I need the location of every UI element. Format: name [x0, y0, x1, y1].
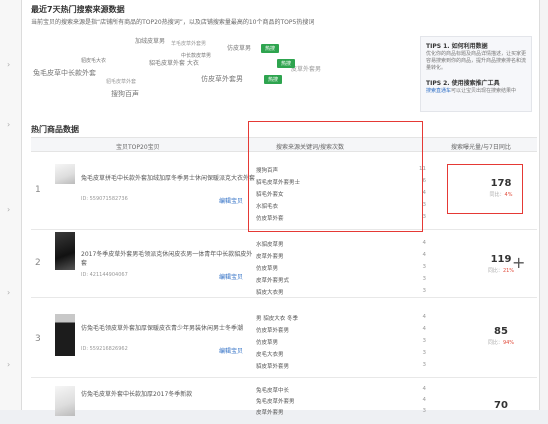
cloud-word[interactable]: 仿皮草男	[227, 43, 251, 52]
product-thumbnail[interactable]	[55, 386, 75, 416]
cloud-word[interactable]: 羊毛皮草外套男	[171, 40, 206, 47]
column-header: 搜索曝光量/与7日同比	[451, 144, 511, 151]
keyword-count: 4	[422, 252, 427, 258]
cloud-word[interactable]: 貂毛皮草外套 大衣	[149, 58, 199, 67]
product-thumbnail[interactable]	[55, 164, 75, 184]
product-title[interactable]: 2017冬季皮草外套男毛领派克休闲皮衣男一体青年中长款貂皮外套	[81, 250, 256, 268]
keyword-count: 3	[422, 408, 427, 414]
cloud-word[interactable]: 貂皮毛大衣	[81, 57, 106, 64]
product-id: ID: 559071582736	[81, 196, 128, 202]
keyword-cloud: 加绒皮草男 貂皮毛大衣 中长款皮草男 貂毛皮草外套 大衣 仿皮草男 兔毛皮草中长…	[31, 28, 421, 114]
keyword-count: 4	[422, 326, 427, 332]
tips-panel: TIPS 1. 如何利用数据 优化你的商品标题及商品详情描述，让买家更容易搜索到…	[420, 36, 532, 112]
table-row: 仿兔毛皮草外套中长款加厚2017冬季新款 兔毛皮草中长 4 兔毛皮草外套男 4 皮草…	[31, 378, 537, 418]
keyword: 貂皮草外套男	[256, 364, 290, 370]
rank-number: 2	[35, 258, 41, 268]
hot-tag: 热搜	[264, 75, 283, 84]
cloud-word[interactable]: 仿皮草外套男	[201, 74, 243, 84]
keyword: 仿皮草男	[256, 266, 279, 272]
rank-number: 1	[35, 185, 41, 195]
keyword-count: 3	[422, 362, 427, 368]
keyword: 仿皮草男	[256, 340, 279, 346]
exposure-value: 85	[494, 326, 508, 337]
keyword: 兔毛皮草中长	[256, 388, 290, 394]
tip-link[interactable]: 搜索直通车	[426, 88, 451, 94]
chevron-right-icon[interactable]: ›	[7, 120, 10, 129]
product-thumbnail[interactable]	[55, 314, 75, 356]
keyword-count: 4	[422, 240, 427, 246]
section-title-search-sources: 最近7天热门搜索来源数据	[31, 5, 125, 14]
cloud-word[interactable]: 加绒皮草男	[135, 36, 165, 45]
keyword: 仿皮草外套男	[256, 328, 290, 334]
keyword: 水貂皮草男	[256, 242, 284, 248]
edit-product-link[interactable]: 编辑宝贝	[219, 272, 243, 281]
exposure-value: 70	[494, 400, 508, 411]
keyword: 皮毛大衣男	[256, 352, 284, 358]
right-scroll-strip[interactable]	[539, 0, 548, 410]
keyword-count: 4	[422, 190, 427, 196]
keyword-count: 3	[422, 202, 427, 208]
plus-icon[interactable]: +	[512, 253, 525, 272]
edit-product-link[interactable]: 编辑宝贝	[219, 196, 243, 205]
product-id: ID: 559216826962	[81, 346, 128, 352]
tip-text: 搜索直通车可以让宝贝出现在搜索结果中	[426, 88, 517, 94]
hot-tag: 热搜	[261, 44, 280, 53]
column-header: 宝贝TOP20宝贝	[116, 144, 160, 151]
keyword-count: 6	[422, 178, 427, 184]
cloud-word[interactable]: 搜狗百声	[111, 89, 139, 99]
chevron-right-icon[interactable]: ›	[7, 288, 10, 297]
keyword-list: 水貂皮草男 4 皮草外套男 4 仿皮草男 3 皮草外套男式 3 貂皮大衣男 3	[256, 238, 426, 298]
product-title[interactable]: 仿兔毛毛领皮草外套加厚保暖皮衣青少年男装休闲男士冬季潮	[81, 324, 256, 333]
cloud-word[interactable]: 貂毛皮草外套	[106, 78, 136, 85]
keyword-count: 4	[422, 314, 427, 320]
cloud-word[interactable]: 兔毛皮草中长款外套	[33, 68, 96, 78]
section-title-hot-products: 热门商品数据	[31, 125, 79, 134]
tip-title: TIPS 2. 使用搜索推广工具	[426, 80, 500, 87]
product-title[interactable]: 兔毛皮草拼毛中长款外套加绒加厚冬季男士休闲保暖派克大衣外套	[81, 174, 256, 183]
keyword-count: 3	[422, 214, 427, 220]
keyword: 皮草外套男	[256, 254, 284, 260]
keyword-list: 男 貂皮大衣 冬季 4 仿皮草外套男 4 仿皮草男 3 皮毛大衣男 3 貂皮草外套男 3	[256, 312, 426, 372]
chevron-right-icon[interactable]: ›	[7, 205, 10, 214]
cloud-word[interactable]: 皮草外套男	[291, 64, 321, 73]
chevron-right-icon[interactable]: ›	[7, 360, 10, 369]
chevron-right-icon[interactable]: ›	[7, 60, 10, 69]
table-row: 3 仿兔毛毛领皮草外套加厚保暖皮衣青少年男装休闲男士冬季潮 ID: 559216…	[31, 298, 537, 378]
product-id: ID: 421144904067	[81, 272, 128, 278]
main-panel: 最近7天热门搜索来源数据 当前宝贝的搜索来源是指“店铺所有商品的TOP20热搜词…	[22, 0, 539, 416]
keyword-count: 4	[422, 397, 427, 403]
section-description: 当前宝贝的搜索来源是指“店铺所有商品的TOP20热搜词”，以及店铺搜索量最高的1…	[31, 19, 315, 26]
keyword-count: 3	[422, 338, 427, 344]
product-title[interactable]: 仿兔毛皮草外套中长款加厚2017冬季新款	[81, 390, 256, 399]
keyword-list: 兔毛皮草中长 4 兔毛皮草外套男 4 皮草外套男 3	[256, 384, 426, 424]
exposure-ratio: 同比：94%	[487, 340, 515, 346]
rank-number: 3	[35, 334, 41, 344]
keyword: 貂皮大衣男	[256, 290, 284, 296]
keyword-count: 3	[422, 264, 427, 270]
keyword-count: 3	[422, 288, 427, 294]
tip-text: 优化你的商品标题及商品详情描述，让买家更容易搜索到你的商品，提升商品搜索排名和流…	[426, 51, 527, 71]
highlight-box-exposure	[447, 164, 523, 214]
table-row: 2 2017冬季皮草外套男毛领派克休闲皮衣男一体青年中长款貂皮外套 ID: 42…	[31, 230, 537, 298]
tip-title: TIPS 1. 如何利用数据	[426, 43, 488, 50]
exposure-metric: 85 同比：94%	[471, 326, 531, 346]
keyword-count: 3	[422, 350, 427, 356]
product-thumbnail[interactable]	[55, 232, 75, 270]
keyword: 兔毛皮草外套男	[256, 399, 295, 405]
keyword: 皮草外套男	[256, 410, 284, 416]
keyword-count: 4	[422, 386, 427, 392]
keyword: 皮草外套男式	[256, 278, 290, 284]
highlight-box-keywords	[248, 121, 423, 232]
edit-product-link[interactable]: 编辑宝贝	[219, 346, 243, 355]
hot-tag: 热搜	[277, 59, 296, 68]
keyword: 男 貂皮大衣 冬季	[256, 316, 298, 322]
exposure-metric: 70	[471, 400, 531, 411]
keyword-count: 3	[422, 276, 427, 282]
left-nav-strip: › › › › ›	[0, 0, 22, 410]
